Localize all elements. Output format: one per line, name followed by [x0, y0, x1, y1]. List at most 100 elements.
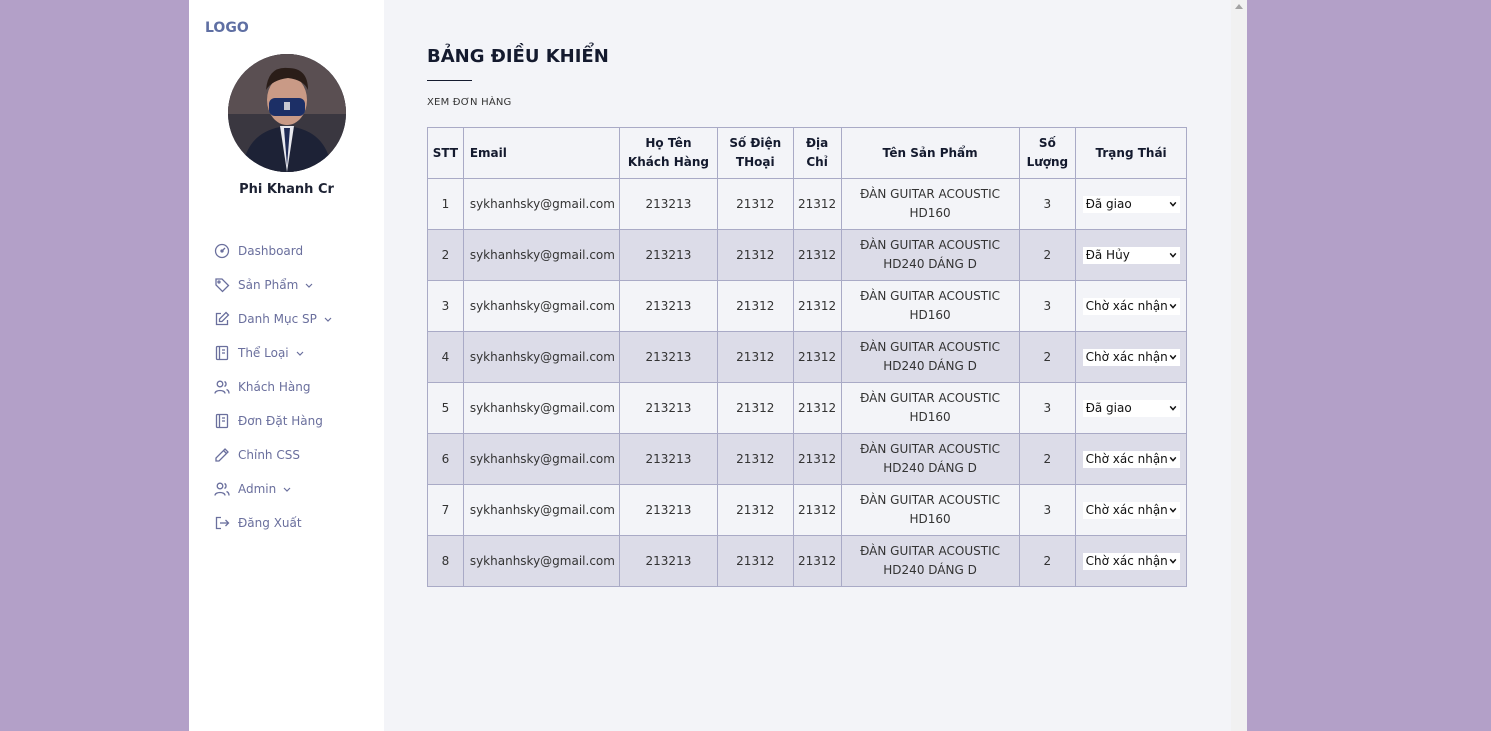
- chevron-down-icon: [1169, 456, 1176, 462]
- table-row: 3 sykhanhsky@gmail.com 213213 21312 21312 ĐÀN…: [427, 280, 1187, 332]
- cell-stt: 4: [427, 331, 464, 383]
- sidebar-nav: Dashboard Sản Phẩm Danh Mục SP Thể Loại …: [213, 234, 333, 540]
- sidebar: LOGO Phi Khanh Cr Dashboard Sản Phẩm Dan…: [189, 0, 384, 731]
- sidebar-item-label: Sản Phẩm: [238, 278, 299, 292]
- users-icon: [213, 480, 231, 498]
- orders-table: STT Email Họ Tên Khách Hàng Số Điện THoạ…: [427, 127, 1187, 587]
- cell-quantity: 2: [1018, 535, 1077, 587]
- column-header-name: Họ Tên Khách Hàng: [618, 127, 718, 179]
- cell-email: sykhanhsky@gmail.com: [462, 382, 620, 434]
- sidebar-item-label: Chỉnh CSS: [238, 448, 300, 462]
- cell-customer-name: 213213: [618, 178, 718, 230]
- dashboard-icon: [213, 242, 231, 260]
- table-header-row: STT Email Họ Tên Khách Hàng Số Điện THoạ…: [427, 127, 1187, 179]
- tag-icon: [213, 276, 231, 294]
- status-value: Chờ xác nhận: [1085, 502, 1168, 517]
- cell-email: sykhanhsky@gmail.com: [462, 484, 620, 536]
- cell-phone: 21312: [716, 433, 794, 485]
- cell-status: Chờ xác nhận: [1075, 535, 1187, 587]
- table-row: 1 sykhanhsky@gmail.com 213213 21312 21312 ĐÀN…: [427, 178, 1187, 230]
- cell-status: Chờ xác nhận: [1075, 484, 1187, 536]
- status-select[interactable]: Chờ xác nhận: [1082, 297, 1180, 315]
- column-header-product: Tên Sản Phẩm: [840, 127, 1020, 179]
- status-select[interactable]: Đã giao: [1082, 195, 1180, 213]
- cell-status: Đã giao: [1075, 178, 1187, 230]
- status-select[interactable]: Chờ xác nhận: [1082, 450, 1180, 468]
- scroll-up-arrow-icon[interactable]: [1235, 4, 1243, 9]
- column-header-address: Địa Chỉ: [792, 127, 842, 179]
- avatar-image: [228, 54, 346, 172]
- sidebar-item-label: Đăng Xuất: [238, 516, 302, 530]
- cell-email: sykhanhsky@gmail.com: [462, 178, 620, 230]
- sidebar-item-the-loai[interactable]: Thể Loại: [213, 336, 333, 370]
- cell-quantity: 2: [1018, 229, 1077, 281]
- status-select[interactable]: Chờ xác nhận: [1082, 552, 1180, 570]
- cell-quantity: 3: [1018, 280, 1077, 332]
- status-value: Đã giao: [1085, 196, 1132, 211]
- table-row: 6 sykhanhsky@gmail.com 213213 21312 21312 ĐÀN…: [427, 433, 1187, 485]
- chevron-down-icon: [1169, 558, 1176, 564]
- cell-stt: 2: [427, 229, 464, 281]
- cell-phone: 21312: [716, 535, 794, 587]
- column-header-email: Email: [462, 127, 620, 179]
- avatar[interactable]: [228, 54, 346, 172]
- users-icon: [213, 378, 231, 396]
- sidebar-item-danh-muc-sp[interactable]: Danh Mục SP: [213, 302, 333, 336]
- cell-address: 21312: [792, 484, 842, 536]
- sidebar-item-san-pham[interactable]: Sản Phẩm: [213, 268, 333, 302]
- chevron-down-icon: [295, 348, 305, 358]
- status-value: Đã Hủy: [1085, 247, 1130, 262]
- column-header-status: Trạng Thái: [1075, 127, 1187, 179]
- cell-quantity: 3: [1018, 484, 1077, 536]
- status-select[interactable]: Đã giao: [1082, 399, 1180, 417]
- status-value: Chờ xác nhận: [1085, 451, 1168, 466]
- sidebar-item-dashboard[interactable]: Dashboard: [213, 234, 333, 268]
- chevron-down-icon: [1169, 201, 1176, 207]
- book-icon: [213, 412, 231, 430]
- vertical-scrollbar[interactable]: [1231, 0, 1247, 731]
- chevron-down-icon: [1169, 354, 1176, 360]
- cell-email: sykhanhsky@gmail.com: [462, 229, 620, 281]
- cell-status: Chờ xác nhận: [1075, 331, 1187, 383]
- sidebar-item-label: Thể Loại: [238, 346, 289, 360]
- cell-phone: 21312: [716, 331, 794, 383]
- cell-customer-name: 213213: [618, 382, 718, 434]
- status-select[interactable]: Chờ xác nhận: [1082, 501, 1180, 519]
- app-window: LOGO Phi Khanh Cr Dashboard Sản Phẩm Dan…: [189, 0, 1247, 731]
- sidebar-item-chinh-css[interactable]: Chỉnh CSS: [213, 438, 333, 472]
- table-row: 5 sykhanhsky@gmail.com 213213 21312 21312 ĐÀN…: [427, 382, 1187, 434]
- sidebar-item-don-dat-hang[interactable]: Đơn Đặt Hàng: [213, 404, 333, 438]
- column-header-stt: STT: [427, 127, 464, 179]
- cell-stt: 3: [427, 280, 464, 332]
- status-value: Chờ xác nhận: [1085, 553, 1168, 568]
- cell-address: 21312: [792, 178, 842, 230]
- status-value: Chờ xác nhận: [1085, 349, 1168, 364]
- cell-address: 21312: [792, 229, 842, 281]
- cell-quantity: 3: [1018, 382, 1077, 434]
- column-header-quantity: Số Lượng: [1018, 127, 1077, 179]
- status-select[interactable]: Đã Hủy: [1082, 246, 1180, 264]
- cell-product: ĐÀN GUITAR ACOUSTIC HD160: [840, 178, 1020, 230]
- status-select[interactable]: Chờ xác nhận: [1082, 348, 1180, 366]
- cell-status: Chờ xác nhận: [1075, 280, 1187, 332]
- title-divider: [427, 80, 472, 81]
- cell-stt: 1: [427, 178, 464, 230]
- sidebar-item-label: Danh Mục SP: [238, 312, 317, 326]
- logout-icon: [213, 514, 231, 532]
- profile-name: Phi Khanh Cr: [239, 182, 334, 197]
- chevron-down-icon: [1169, 303, 1176, 309]
- edit-icon: [213, 310, 231, 328]
- sidebar-item-khach-hang[interactable]: Khách Hàng: [213, 370, 333, 404]
- sidebar-item-dang-xuat[interactable]: Đăng Xuất: [213, 506, 333, 540]
- cell-customer-name: 213213: [618, 331, 718, 383]
- sidebar-item-admin[interactable]: Admin: [213, 472, 333, 506]
- table-row: 8 sykhanhsky@gmail.com 213213 21312 21312 ĐÀN…: [427, 535, 1187, 587]
- table-row: 7 sykhanhsky@gmail.com 213213 21312 21312 ĐÀN…: [427, 484, 1187, 536]
- sidebar-item-label: Đơn Đặt Hàng: [238, 414, 323, 428]
- cell-phone: 21312: [716, 382, 794, 434]
- cell-phone: 21312: [716, 484, 794, 536]
- logo[interactable]: LOGO: [205, 20, 249, 36]
- chevron-down-icon: [304, 280, 314, 290]
- cell-status: Đã Hủy: [1075, 229, 1187, 281]
- page-title: BẢNG ĐIỀU KHIỂN: [427, 46, 609, 67]
